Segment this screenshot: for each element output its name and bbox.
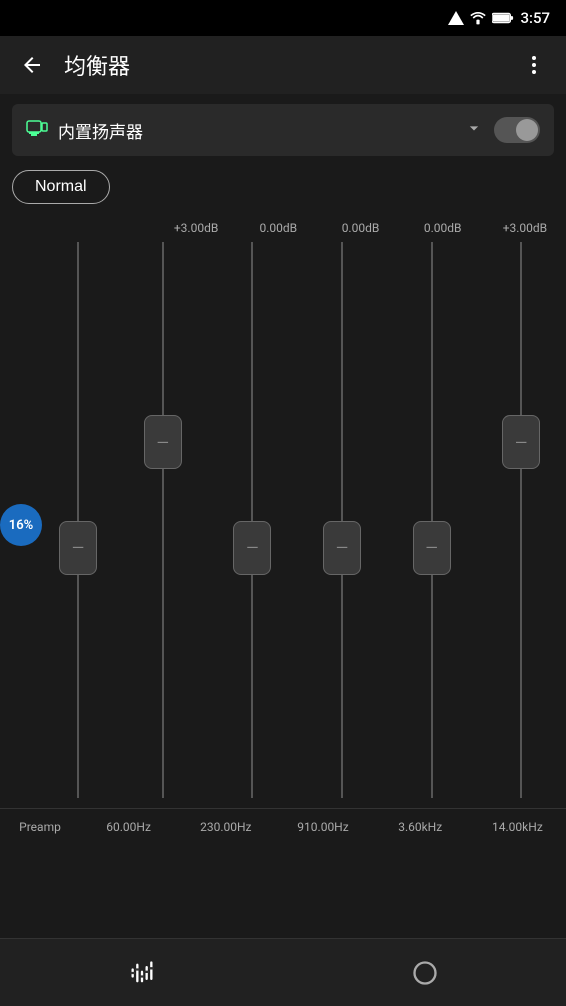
freq-label-1: 230.00Hz xyxy=(177,820,274,834)
more-button[interactable] xyxy=(514,45,554,85)
device-toggle[interactable] xyxy=(494,117,540,143)
slider-track-preamp xyxy=(77,242,79,798)
device-name: 内置扬声器 xyxy=(58,118,454,143)
dropdown-icon[interactable] xyxy=(464,118,484,143)
db-label-2: 0.00dB xyxy=(319,221,401,235)
top-bar: 均衡器 xyxy=(0,36,566,94)
slider-preamp[interactable] xyxy=(38,242,118,798)
db-labels-row: +3.00dB 0.00dB 0.00dB 0.00dB +3.00dB xyxy=(0,214,566,242)
status-time: 3:57 xyxy=(520,9,550,27)
slider-band-3[interactable] xyxy=(387,242,477,798)
slider-track-2 xyxy=(341,242,343,798)
page-title: 均衡器 xyxy=(64,49,502,81)
slider-thumb-2[interactable] xyxy=(323,521,361,575)
slider-thumb-4[interactable] xyxy=(502,415,540,469)
freq-labels-row: Preamp 60.00Hz 230.00Hz 910.00Hz 3.60kHz… xyxy=(0,808,566,844)
slider-thumb-preamp[interactable] xyxy=(59,521,97,575)
slider-band-1[interactable] xyxy=(208,242,298,798)
db-label-3: 0.00dB xyxy=(402,221,484,235)
db-label-1: 0.00dB xyxy=(237,221,319,235)
volume-badge: 16% xyxy=(0,504,42,546)
db-label-4: +3.00dB xyxy=(484,221,566,235)
slider-band-4[interactable] xyxy=(476,242,566,798)
db-label-0: +3.00dB xyxy=(155,221,237,235)
preset-area: Normal xyxy=(0,166,566,204)
nav-circle-button[interactable] xyxy=(400,948,450,998)
wifi-icon xyxy=(470,11,486,25)
nav-equalizer-button[interactable] xyxy=(117,948,167,998)
slider-thumb-0[interactable] xyxy=(144,415,182,469)
back-button[interactable] xyxy=(12,45,52,85)
slider-band-2[interactable] xyxy=(297,242,387,798)
sliders-container: 16% xyxy=(0,242,566,808)
slider-track-0 xyxy=(162,242,164,798)
slider-thumb-3[interactable] xyxy=(413,521,451,575)
freq-label-3: 3.60kHz xyxy=(372,820,469,834)
device-icon xyxy=(26,119,48,142)
status-bar: 3:57 xyxy=(0,0,566,36)
slider-band-0[interactable] xyxy=(118,242,208,798)
bottom-nav xyxy=(0,938,566,1006)
preset-button[interactable]: Normal xyxy=(12,170,110,204)
slider-track-4 xyxy=(520,242,522,798)
freq-label-preamp: Preamp xyxy=(0,820,80,834)
freq-label-2: 910.00Hz xyxy=(274,820,371,834)
battery-icon xyxy=(492,12,514,24)
freq-label-0: 60.00Hz xyxy=(80,820,177,834)
freq-label-4: 14.00kHz xyxy=(469,820,566,834)
equalizer-area: +3.00dB 0.00dB 0.00dB 0.00dB +3.00dB 16% xyxy=(0,204,566,844)
slider-thumb-1[interactable] xyxy=(233,521,271,575)
slider-track-3 xyxy=(431,242,433,798)
status-icons: 3:57 xyxy=(448,9,550,27)
device-selector[interactable]: 内置扬声器 xyxy=(12,104,554,156)
slider-track-1 xyxy=(251,242,253,798)
signal-icon xyxy=(448,11,464,25)
